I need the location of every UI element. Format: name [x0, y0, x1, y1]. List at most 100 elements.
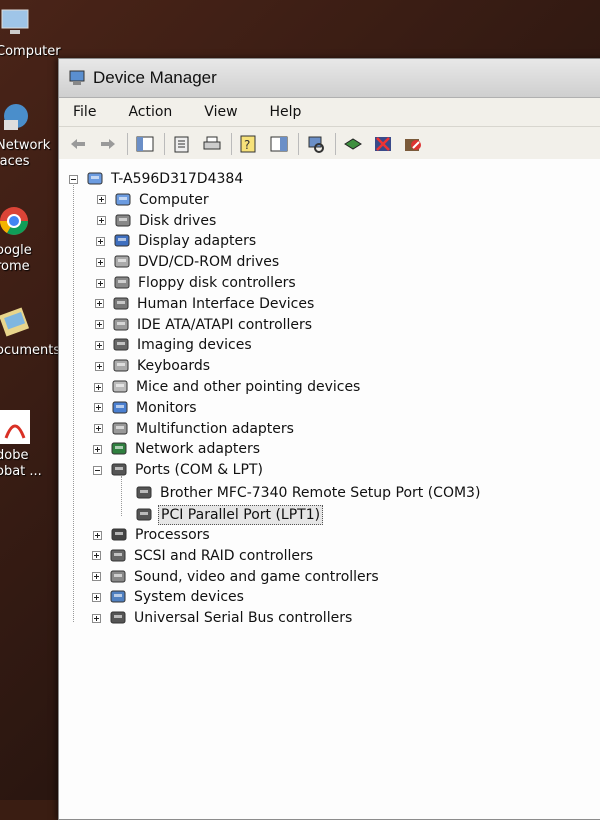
- action-pane-icon: [270, 136, 288, 152]
- computer-icon: [0, 6, 34, 40]
- monitor-icon: [111, 399, 129, 417]
- tree-node-category[interactable]: IDE ATA/ATAPI controllers: [95, 315, 314, 335]
- tree-node-category[interactable]: Network adapters: [93, 439, 262, 459]
- desktop-icon-chrome[interactable]: oogle rome: [0, 205, 60, 275]
- tree-node-category[interactable]: Universal Serial Bus controllers: [92, 608, 354, 628]
- console-tree-icon: [136, 136, 154, 152]
- computer-root-icon: [86, 170, 104, 188]
- port-device-icon: [135, 484, 153, 502]
- expand-icon[interactable]: [93, 444, 102, 454]
- tree-node-category[interactable]: Multifunction adapters: [94, 419, 296, 439]
- menu-action[interactable]: Action: [122, 102, 178, 122]
- expand-icon[interactable]: [92, 551, 101, 561]
- tree-node-category[interactable]: Keyboards: [95, 356, 212, 376]
- tree-node-label: Multifunction adapters: [136, 420, 294, 437]
- scan-hardware-button[interactable]: [305, 133, 327, 155]
- properties-button[interactable]: [171, 133, 193, 155]
- menu-help[interactable]: Help: [264, 102, 308, 122]
- menu-view[interactable]: View: [198, 102, 243, 122]
- expand-icon[interactable]: [95, 299, 104, 309]
- toolbar-separator: [298, 133, 299, 155]
- port-icon: [110, 461, 128, 479]
- back-button[interactable]: [67, 133, 89, 155]
- tree-node-category[interactable]: Monitors: [94, 398, 199, 418]
- disable-device-icon: [405, 139, 421, 151]
- tree-node-category[interactable]: SCSI and RAID controllers: [92, 546, 315, 566]
- tree-node-label: Keyboards: [137, 358, 211, 375]
- window-title: Device Manager: [93, 68, 217, 87]
- documents-icon: [0, 305, 34, 339]
- scsi-controller-icon: [109, 547, 127, 565]
- tree-node-category[interactable]: Sound, video and game controllers: [92, 567, 381, 587]
- collapse-icon[interactable]: [93, 465, 102, 475]
- tree-node-category[interactable]: DVD/CD-ROM drives: [96, 252, 281, 272]
- desktop-icon-adobe[interactable]: dobe obat ...: [0, 410, 60, 480]
- device-manager-icon: [69, 69, 87, 87]
- tree-node-label: T-A596D317D4384: [111, 171, 244, 187]
- expand-icon[interactable]: [97, 195, 106, 205]
- usb-icon: [109, 609, 127, 627]
- desktop-icon-documents[interactable]: ocuments: [0, 305, 60, 359]
- tree-node-device[interactable]: Brother MFC-7340 Remote Setup Port (COM3…: [135, 483, 482, 503]
- desktop-icon-network[interactable]: Network laces: [0, 100, 60, 170]
- expand-icon[interactable]: [94, 403, 103, 413]
- ide-controller-icon: [112, 316, 130, 334]
- tree-node-device[interactable]: PCI Parallel Port (LPT1): [135, 505, 324, 525]
- tree-node-category[interactable]: Disk drives: [97, 211, 218, 231]
- print-button[interactable]: [201, 133, 223, 155]
- expand-icon[interactable]: [92, 613, 101, 623]
- expand-icon[interactable]: [94, 382, 103, 392]
- forward-arrow-icon: [101, 139, 115, 149]
- tree-node-label: PCI Parallel Port (LPT1): [158, 505, 324, 525]
- svg-text:?: ?: [244, 138, 250, 152]
- tree-node-label: Universal Serial Bus controllers: [134, 610, 353, 627]
- tree-node-category[interactable]: System devices: [92, 587, 246, 607]
- network-icon: [0, 100, 34, 134]
- help-button[interactable]: ?: [238, 133, 260, 155]
- toolbar-separator: [127, 133, 128, 155]
- expand-icon[interactable]: [93, 530, 102, 540]
- tree-node-label: Display adapters: [138, 233, 257, 250]
- toolbar: ?: [59, 127, 600, 163]
- expand-icon[interactable]: [92, 592, 101, 602]
- show-hide-tree-button[interactable]: [134, 133, 156, 155]
- expand-icon[interactable]: [94, 424, 103, 434]
- scan-hardware-icon: [308, 136, 324, 153]
- tree-node-category[interactable]: Imaging devices: [95, 335, 254, 355]
- tree-node-category[interactable]: Ports (COM & LPT): [93, 460, 265, 480]
- expand-icon[interactable]: [97, 216, 106, 226]
- expand-icon[interactable]: [95, 320, 104, 330]
- tree-node-category[interactable]: Mice and other pointing devices: [94, 377, 362, 397]
- tree-node-category[interactable]: Human Interface Devices: [95, 294, 316, 314]
- menu-file[interactable]: File: [67, 102, 102, 122]
- expand-icon[interactable]: [96, 278, 105, 288]
- tree-node-category[interactable]: Processors: [93, 525, 212, 545]
- imaging-device-icon: [112, 336, 130, 354]
- chrome-icon: [0, 205, 34, 239]
- title-bar[interactable]: Device Manager: [59, 59, 600, 98]
- expand-icon[interactable]: [92, 572, 101, 582]
- expand-icon[interactable]: [96, 257, 105, 267]
- toolbar-separator: [335, 133, 336, 155]
- menu-bar: File Action View Help: [59, 98, 600, 127]
- forward-button[interactable]: [97, 133, 119, 155]
- computer-icon: [114, 191, 132, 209]
- disable-button[interactable]: [402, 133, 424, 155]
- tree-guide-line: [73, 183, 74, 623]
- tree-node-category[interactable]: Computer: [97, 190, 211, 210]
- uninstall-icon: [375, 137, 391, 151]
- show-hide-action-pane-button[interactable]: [268, 133, 290, 155]
- multifunction-adapter-icon: [111, 420, 129, 438]
- back-arrow-icon: [71, 139, 85, 149]
- network-adapter-icon: [110, 440, 128, 458]
- tree-node-category[interactable]: Display adapters: [96, 231, 258, 251]
- tree-node-category[interactable]: Floppy disk controllers: [96, 273, 298, 293]
- expand-icon[interactable]: [95, 361, 104, 371]
- tree-root[interactable]: T-A596D317D4384: [69, 169, 245, 189]
- uninstall-button[interactable]: [372, 133, 394, 155]
- expand-icon[interactable]: [96, 236, 105, 246]
- tree-node-label: IDE ATA/ATAPI controllers: [137, 316, 313, 333]
- desktop-icon-computer[interactable]: Computer: [0, 6, 61, 60]
- expand-icon[interactable]: [95, 340, 104, 350]
- update-driver-button[interactable]: [342, 133, 364, 155]
